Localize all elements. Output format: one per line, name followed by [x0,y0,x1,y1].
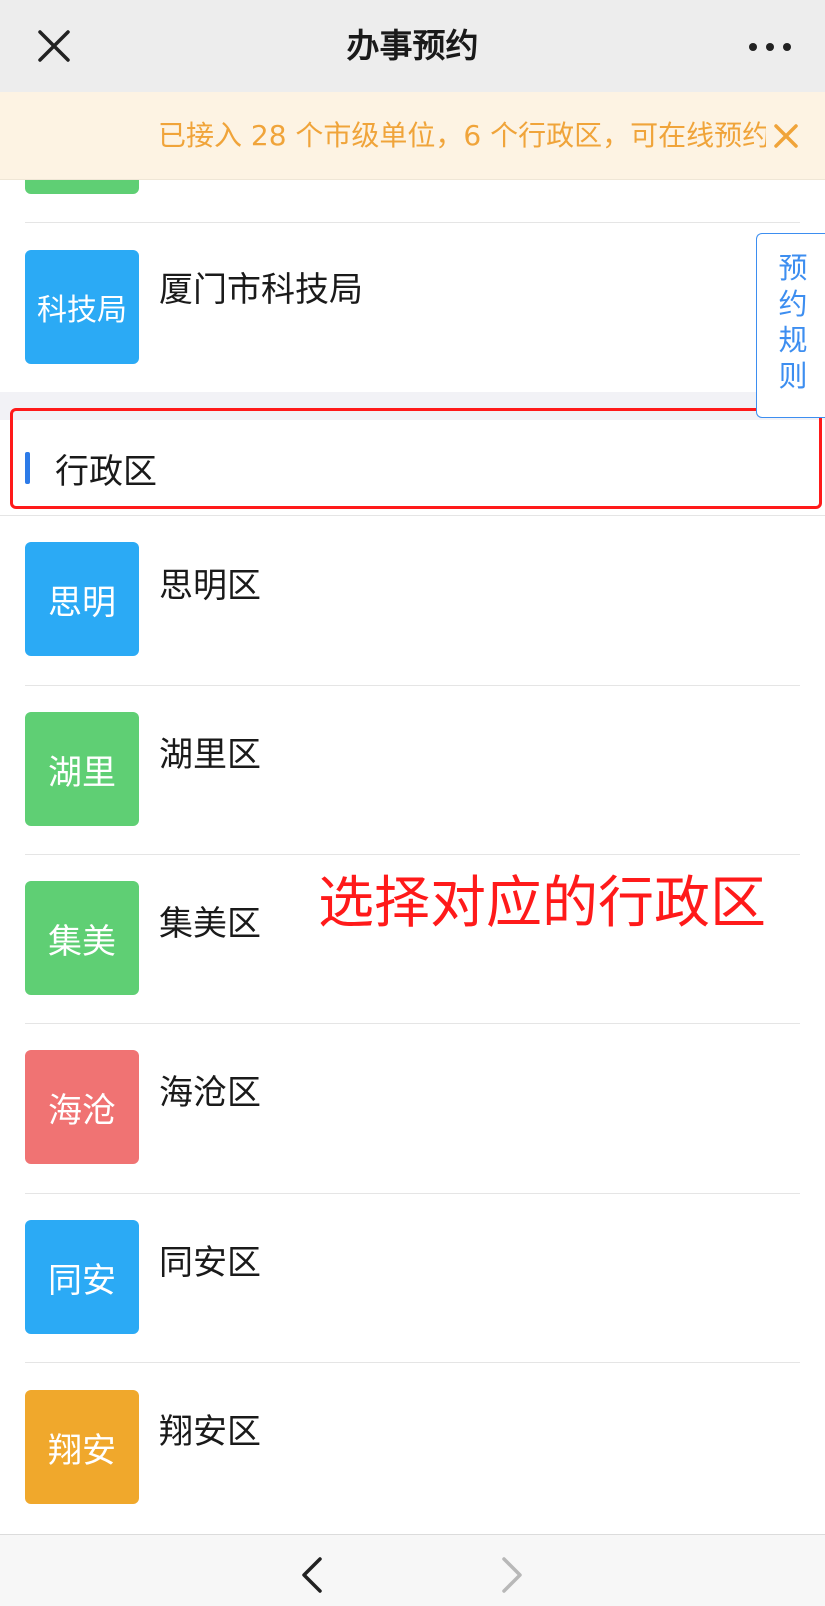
notice-text: 已接入 28 个市级单位，6 个行政区，可在线预约 [158,119,766,152]
page: 办事预约 已接入 28 个市级单位，6 个行政区，可在线预约 科技局 厦门市科技… [0,0,825,1606]
close-icon [38,30,70,62]
booking-rules-button[interactable]: 预 约 规 则 [756,233,825,418]
annotation-text: 选择对应的行政区 [318,871,766,936]
back-button[interactable] [296,1553,328,1597]
district-tile: 集美 [25,881,139,995]
district-row-huli[interactable]: 湖里 湖里区 [0,685,825,854]
district-tile: 翔安 [25,1390,139,1504]
forward-button[interactable] [496,1553,528,1597]
notice-close-button[interactable] [770,120,802,152]
district-row-siming[interactable]: 思明 思明区 [0,516,825,685]
bottom-toolbar [0,1534,825,1606]
unit-tile: 科技局 [25,250,139,364]
chevron-left-icon [302,1557,322,1593]
district-row-haicang[interactable]: 海沧 海沧区 [0,1023,825,1192]
partial-unit-tile [25,180,139,194]
district-name: 翔安区 [159,1412,261,1452]
district-name: 湖里区 [159,735,261,775]
district-name: 海沧区 [159,1073,261,1113]
top-navigation-bar: 办事预约 [0,0,825,92]
district-name: 集美区 [159,904,261,944]
chevron-right-icon [502,1557,522,1593]
highlight-annotation-box [10,408,822,509]
page-title: 办事预约 [346,26,479,65]
close-button[interactable] [30,22,78,70]
district-name: 思明区 [159,566,261,606]
district-tile: 思明 [25,542,139,656]
district-tile: 海沧 [25,1050,139,1164]
district-tile: 湖里 [25,712,139,826]
district-row-xiangan[interactable]: 翔安 翔安区 [0,1362,825,1531]
booking-rules-label: 预 约 规 则 [778,251,808,393]
district-tile: 同安 [25,1220,139,1334]
notice-banner: 已接入 28 个市级单位，6 个行政区，可在线预约 [0,92,825,180]
district-row-tongan[interactable]: 同安 同安区 [0,1193,825,1362]
district-name: 同安区 [159,1243,261,1283]
more-dots-icon [749,43,791,51]
close-icon [774,124,798,148]
unit-name: 厦门市科技局 [159,270,363,310]
unit-row-science-bureau[interactable]: 科技局 厦门市科技局 [0,222,825,391]
more-options-button[interactable] [745,32,795,62]
